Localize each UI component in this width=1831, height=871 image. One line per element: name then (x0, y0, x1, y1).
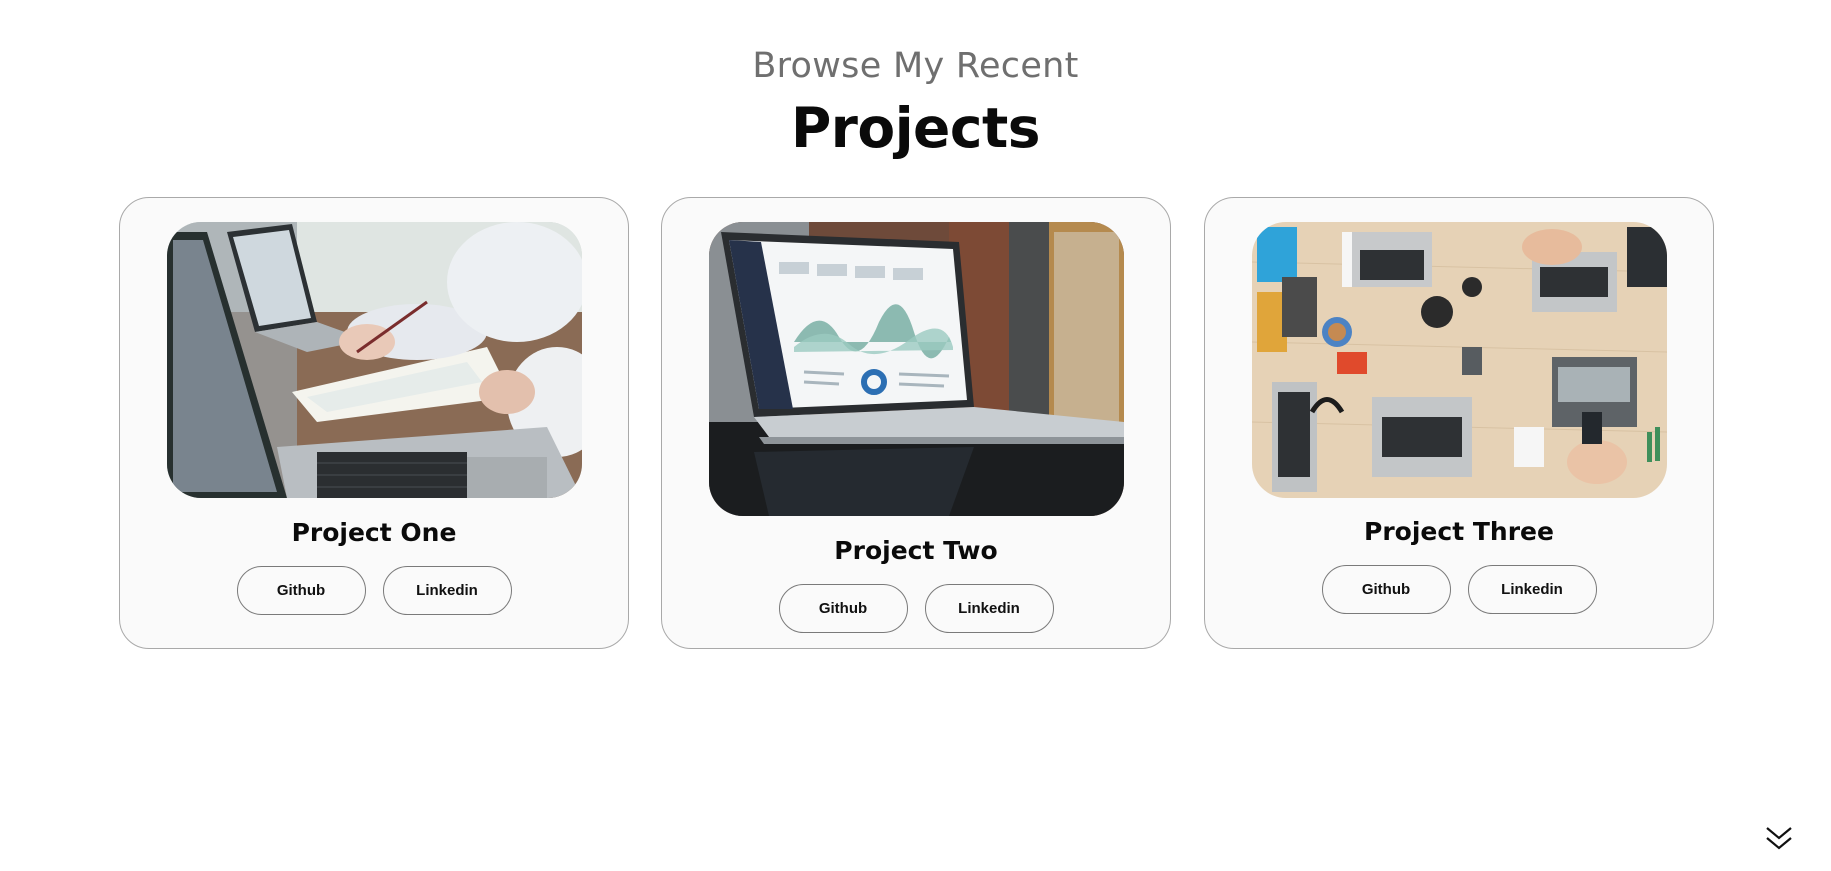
project-three-image (1252, 222, 1667, 498)
project-one-image (167, 222, 582, 498)
project-buttons: Github Linkedin (1205, 565, 1713, 614)
double-chevron-down-icon[interactable] (1764, 826, 1794, 852)
double-chevron-down-icon-glyph (1766, 827, 1792, 850)
linkedin-button[interactable]: Linkedin (1467, 565, 1597, 614)
github-button[interactable]: Github (1321, 565, 1451, 614)
project-buttons: Github Linkedin (662, 584, 1170, 633)
section-subtitle: Browse My Recent (752, 46, 1079, 86)
section-title: Projects (790, 96, 1041, 160)
github-button[interactable]: Github (236, 566, 366, 615)
project-card-three: Project Three Github Linkedin (1204, 197, 1714, 649)
project-title: Project Two (834, 536, 998, 565)
project-title: Project Three (1364, 517, 1554, 546)
laptop-meeting-photo (167, 222, 582, 498)
project-two-image (709, 222, 1124, 516)
linkedin-button[interactable]: Linkedin (924, 584, 1054, 633)
project-card-two: Project Two Github Linkedin (661, 197, 1171, 649)
laptop-dashboard-photo (709, 222, 1124, 516)
team-desk-laptops-photo (1252, 222, 1667, 498)
github-button[interactable]: Github (778, 584, 908, 633)
linkedin-button[interactable]: Linkedin (382, 566, 512, 615)
project-card-one: Project One Github Linkedin (119, 197, 629, 649)
project-title: Project One (291, 518, 457, 547)
projects-section: Browse My Recent Projects Project One Gi… (0, 0, 1831, 871)
project-buttons: Github Linkedin (120, 566, 628, 615)
